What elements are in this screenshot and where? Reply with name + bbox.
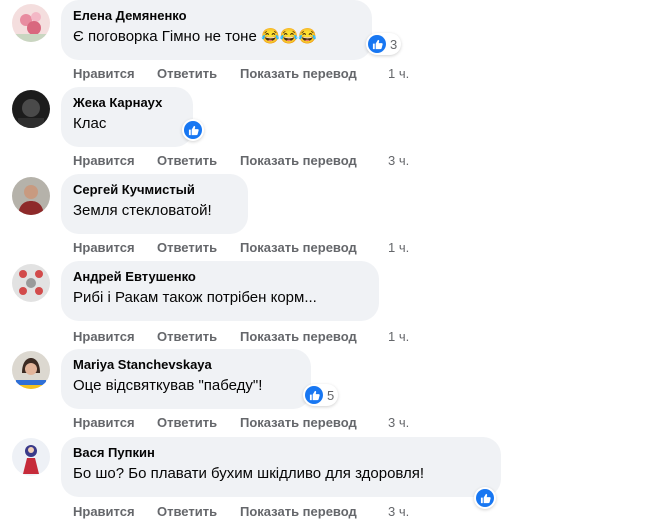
avatar[interactable] <box>12 90 50 128</box>
comment-bubble: Вася Пупкин Бо шо? Бо плавати бухим шкід… <box>61 437 501 497</box>
translate-link[interactable]: Показать перевод <box>240 504 357 520</box>
reactions-badge[interactable]: 3 <box>366 33 402 55</box>
like-thumb-icon <box>476 489 494 507</box>
comment-bubble: Андрей Евтушенко Рибі і Ракам також потр… <box>61 261 379 321</box>
reply-link[interactable]: Ответить <box>157 66 217 82</box>
like-link[interactable]: Нравится <box>73 240 135 256</box>
reply-link[interactable]: Ответить <box>157 153 217 169</box>
timestamp[interactable]: 3 ч. <box>388 153 409 169</box>
timestamp[interactable]: 3 ч. <box>388 415 409 431</box>
comment-text: Земля стекловатой! <box>73 202 212 219</box>
like-link[interactable]: Нравится <box>73 415 135 431</box>
comment-text: Клас <box>73 115 107 132</box>
comment-bubble: Жека Карнаух Клас <box>61 87 193 147</box>
like-thumb-icon <box>368 35 386 53</box>
translate-link[interactable]: Показать перевод <box>240 153 357 169</box>
reply-link[interactable]: Ответить <box>157 329 217 345</box>
avatar[interactable] <box>12 177 50 215</box>
translate-link[interactable]: Показать перевод <box>240 240 357 256</box>
reaction-count: 3 <box>390 36 398 52</box>
timestamp[interactable]: 1 ч. <box>388 329 409 345</box>
comment-author[interactable]: Вася Пупкин <box>73 445 489 461</box>
avatar[interactable] <box>12 351 50 389</box>
like-link[interactable]: Нравится <box>73 329 135 345</box>
avatar[interactable] <box>12 438 50 476</box>
laughing-emoji: 😂😂😂 <box>260 28 318 45</box>
timestamp[interactable]: 3 ч. <box>388 504 409 520</box>
comment-author[interactable]: Андрей Евтушенко <box>73 269 367 285</box>
reactions-badge[interactable] <box>474 487 496 509</box>
translate-link[interactable]: Показать перевод <box>240 66 357 82</box>
reply-link[interactable]: Ответить <box>157 504 217 520</box>
avatar[interactable] <box>12 264 50 302</box>
translate-link[interactable]: Показать перевод <box>240 415 357 431</box>
comment-bubble: Елена Демяненко Є поговорка Гімно не тон… <box>61 0 372 60</box>
comment-text: Є поговорка Гімно не тоне 😂😂😂 <box>73 26 360 48</box>
like-link[interactable]: Нравится <box>73 66 135 82</box>
reaction-count: 5 <box>327 387 335 403</box>
reply-link[interactable]: Ответить <box>157 240 217 256</box>
like-link[interactable]: Нравится <box>73 504 135 520</box>
comment-text-body: Є поговорка Гімно не тоне <box>73 28 257 45</box>
comment-author[interactable]: Сергей Кучмистый <box>73 182 236 198</box>
avatar[interactable] <box>12 4 50 42</box>
comment-text: Рибі і Ракам також потрібен корм... <box>73 289 317 306</box>
comment-text: Оце відсвяткував "пабеду"! <box>73 377 263 394</box>
timestamp[interactable]: 1 ч. <box>388 240 409 256</box>
reply-link[interactable]: Ответить <box>157 415 217 431</box>
comment-author[interactable]: Жека Карнаух <box>73 95 181 111</box>
like-thumb-icon <box>305 386 323 404</box>
comment-bubble: Сергей Кучмистый Земля стекловатой! <box>61 174 248 234</box>
comment-text: Бо шо? Бо плавати бухим шкідливо для здо… <box>73 465 425 482</box>
translate-link[interactable]: Показать перевод <box>240 329 357 345</box>
like-link[interactable]: Нравится <box>73 153 135 169</box>
reactions-badge[interactable] <box>182 119 204 141</box>
reactions-badge[interactable]: 5 <box>303 384 339 406</box>
comment-author[interactable]: Елена Демяненко <box>73 8 360 24</box>
comment-author[interactable]: Mariya Stanchevskaya <box>73 357 299 373</box>
timestamp[interactable]: 1 ч. <box>388 66 409 82</box>
like-thumb-icon <box>184 121 202 139</box>
comment-bubble: Mariya Stanchevskaya Оце відсвяткував "п… <box>61 349 311 409</box>
